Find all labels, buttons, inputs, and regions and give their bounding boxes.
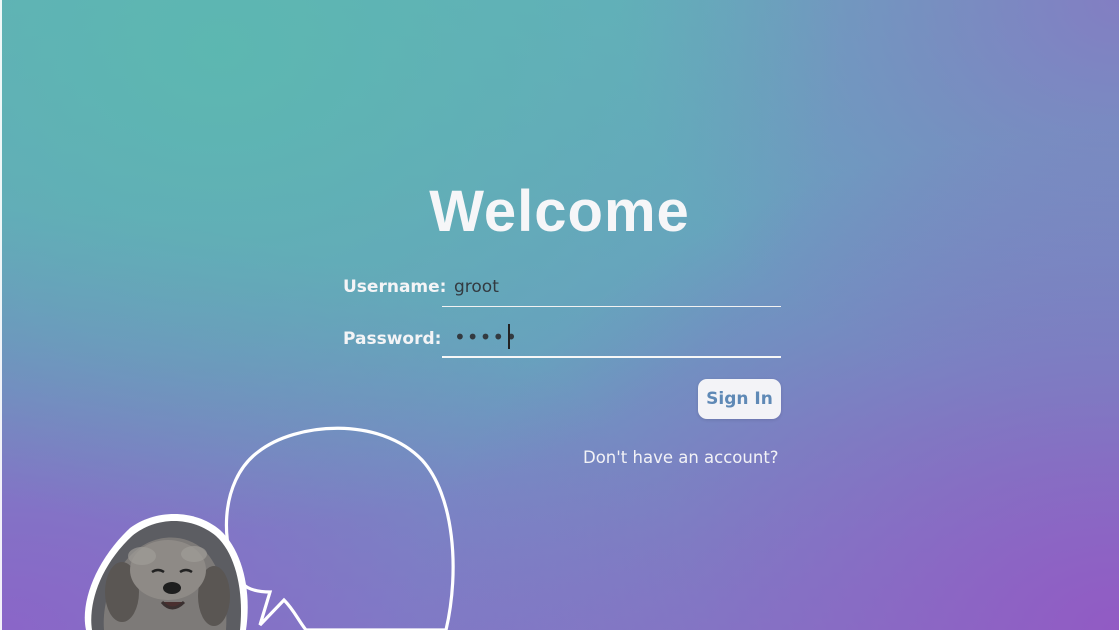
password-field-container [442, 318, 781, 358]
password-label: Password: [343, 329, 442, 349]
window-edge [0, 0, 2, 630]
password-input[interactable] [442, 318, 781, 356]
page-title: Welcome [429, 179, 690, 244]
puppy-photo [84, 514, 248, 630]
username-field-container [442, 267, 781, 307]
speech-bubble [224, 426, 455, 630]
username-input[interactable] [442, 267, 781, 306]
username-label: Username: [343, 277, 447, 297]
text-caret [508, 324, 510, 349]
thanks-sticker [84, 426, 455, 630]
sign-in-button[interactable]: Sign In [698, 379, 781, 419]
signup-link[interactable]: Don't have an account? [583, 448, 779, 467]
